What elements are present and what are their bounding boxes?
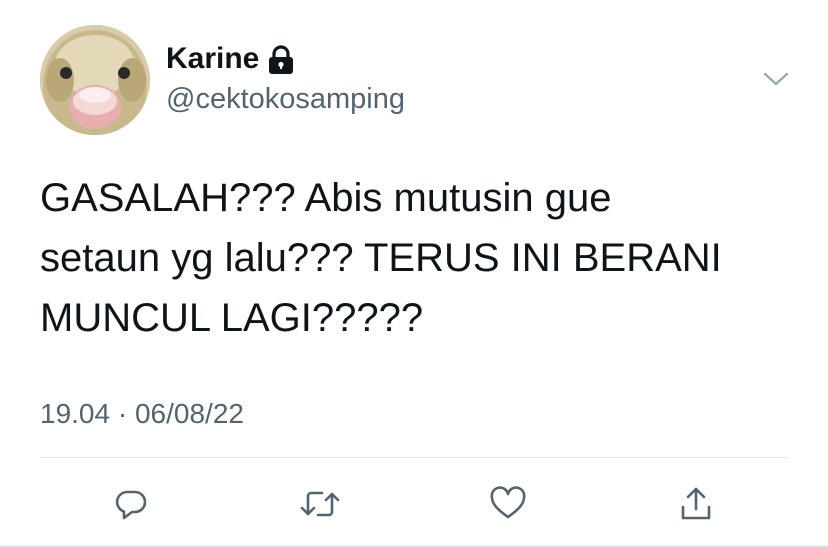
duckling-avatar-image — [40, 25, 150, 135]
heart-icon — [489, 486, 527, 522]
avatar[interactable] — [40, 25, 150, 135]
tweet-date: 06/08/22 — [134, 398, 244, 429]
timestamp[interactable]: 19.04 · 06/08/22 — [40, 396, 244, 432]
user-handle[interactable]: @cektokosamping — [166, 81, 405, 117]
share-button[interactable] — [674, 484, 718, 524]
like-button[interactable] — [486, 484, 530, 524]
lock-icon — [267, 45, 295, 75]
retweet-icon — [300, 486, 340, 522]
display-name[interactable]: Karine — [166, 41, 259, 77]
share-icon — [678, 485, 714, 523]
reply-button[interactable] — [109, 484, 153, 524]
timestamp-separator: · — [117, 398, 128, 429]
chevron-down-icon[interactable] — [760, 66, 792, 90]
tweet-text: GASALAH??? Abis mutusin gue setaun yg la… — [40, 176, 722, 340]
display-name-row: Karine — [166, 41, 295, 77]
divider — [40, 457, 788, 458]
tweet-card: Karine @cektokosamping GASALAH??? Abis m… — [0, 0, 828, 547]
tweet-time: 19.04 — [40, 398, 111, 429]
retweet-button[interactable] — [298, 484, 342, 524]
reply-icon — [113, 486, 149, 522]
